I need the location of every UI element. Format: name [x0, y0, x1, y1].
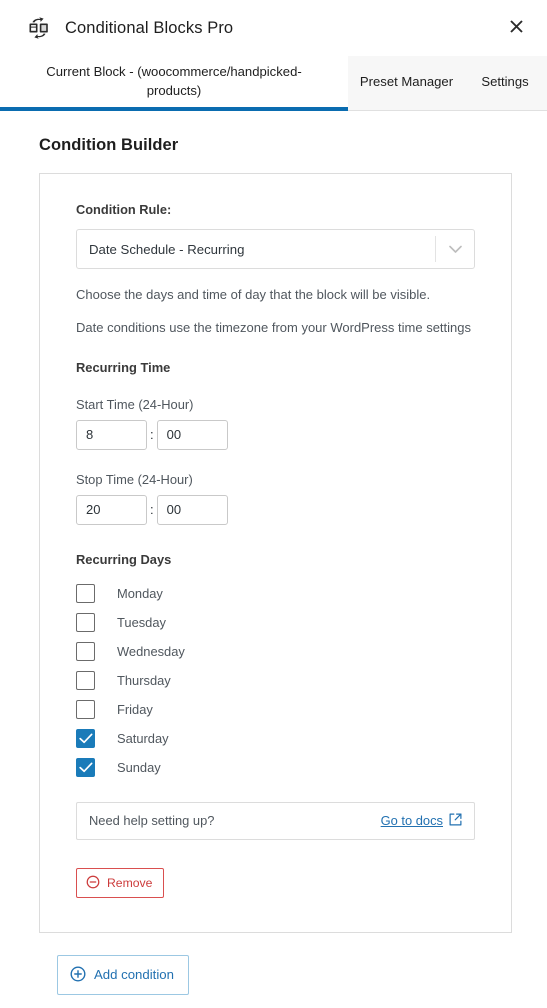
close-button[interactable] — [499, 11, 533, 45]
day-row-sunday[interactable]: Sunday — [76, 753, 475, 782]
app-header: Conditional Blocks Pro — [0, 0, 547, 56]
page-title: Condition Builder — [39, 136, 179, 154]
condition-rule-select[interactable]: Date Schedule - Recurring — [76, 229, 475, 269]
day-row-saturday[interactable]: Saturday — [76, 724, 475, 753]
start-minutes-input[interactable] — [156, 419, 228, 450]
day-label: Wednesday — [117, 643, 185, 659]
day-label: Saturday — [117, 730, 169, 746]
day-label: Sunday — [117, 759, 161, 775]
remove-condition-button[interactable]: Remove — [76, 867, 165, 898]
stop-time-label: Stop Time (24-Hour) — [76, 471, 193, 487]
app-title: Conditional Blocks Pro — [65, 18, 234, 37]
condition-description-2: Date conditions use the timezone from yo… — [76, 319, 471, 335]
day-row-friday[interactable]: Friday — [76, 695, 475, 724]
add-condition-button[interactable]: Add condition — [57, 954, 189, 996]
chevron-down-icon — [436, 245, 474, 254]
go-to-docs-link[interactable]: Go to docs — [381, 813, 462, 829]
day-label: Monday — [117, 585, 163, 601]
plus-circle-icon — [70, 966, 86, 984]
docs-help-box: Need help setting up? Go to docs — [76, 801, 475, 840]
day-row-thursday[interactable]: Thursday — [76, 666, 475, 695]
close-icon — [509, 20, 523, 36]
condition-rule-label: Condition Rule: — [76, 202, 172, 217]
checkbox-monday[interactable] — [76, 583, 95, 603]
condition-rule-value: Date Schedule - Recurring — [89, 241, 245, 257]
stop-time-row: : — [76, 494, 475, 525]
tab-preset-manager[interactable]: Preset Manager — [348, 56, 465, 110]
stop-time-separator: : — [150, 502, 154, 518]
tab-settings[interactable]: Settings — [465, 56, 547, 110]
recurring-days-list: Monday Tuesday Wednesday Thursday Friday Satu… — [76, 579, 475, 782]
recurring-days-heading: Recurring Days — [76, 551, 172, 567]
main-content: Condition Builder Condition Rule: Date S… — [0, 136, 547, 996]
tab-bar: Current Block - (woocommerce/handpicked-… — [0, 56, 547, 111]
condition-description-1: Choose the days and time of day that the… — [76, 287, 431, 302]
day-label: Tuesday — [117, 614, 166, 630]
go-to-docs-label: Go to docs — [380, 813, 443, 829]
start-hours-input[interactable] — [76, 419, 147, 450]
start-time-row: : — [76, 419, 475, 450]
checkbox-sunday[interactable] — [76, 757, 95, 777]
add-condition-label: Add condition — [94, 967, 174, 983]
start-time-label: Start Time (24-Hour) — [76, 396, 194, 412]
day-label: Thursday — [117, 672, 171, 688]
checkbox-tuesday[interactable] — [76, 612, 95, 632]
stop-hours-input[interactable] — [76, 494, 147, 525]
tab-current-block[interactable]: Current Block - (woocommerce/handpicked-… — [0, 56, 348, 111]
external-link-icon — [449, 813, 462, 829]
remove-condition-label: Remove — [107, 875, 153, 890]
stop-minutes-input[interactable] — [156, 494, 228, 525]
day-label: Friday — [117, 701, 153, 717]
checkbox-thursday[interactable] — [76, 670, 95, 690]
checkbox-saturday[interactable] — [76, 728, 95, 748]
recurring-time-heading: Recurring Time — [76, 359, 171, 375]
day-row-wednesday[interactable]: Wednesday — [76, 637, 475, 666]
swap-blocks-icon — [26, 15, 52, 41]
day-row-tuesday[interactable]: Tuesday — [76, 608, 475, 637]
checkbox-friday[interactable] — [76, 699, 95, 719]
docs-prompt: Need help setting up? — [89, 813, 215, 829]
minus-circle-icon — [86, 875, 100, 891]
brand: Conditional Blocks Pro — [26, 15, 233, 41]
day-row-monday[interactable]: Monday — [76, 579, 475, 608]
start-time-separator: : — [150, 427, 154, 443]
condition-card: Condition Rule: Date Schedule - Recurrin… — [39, 173, 512, 933]
checkbox-wednesday[interactable] — [76, 641, 95, 661]
